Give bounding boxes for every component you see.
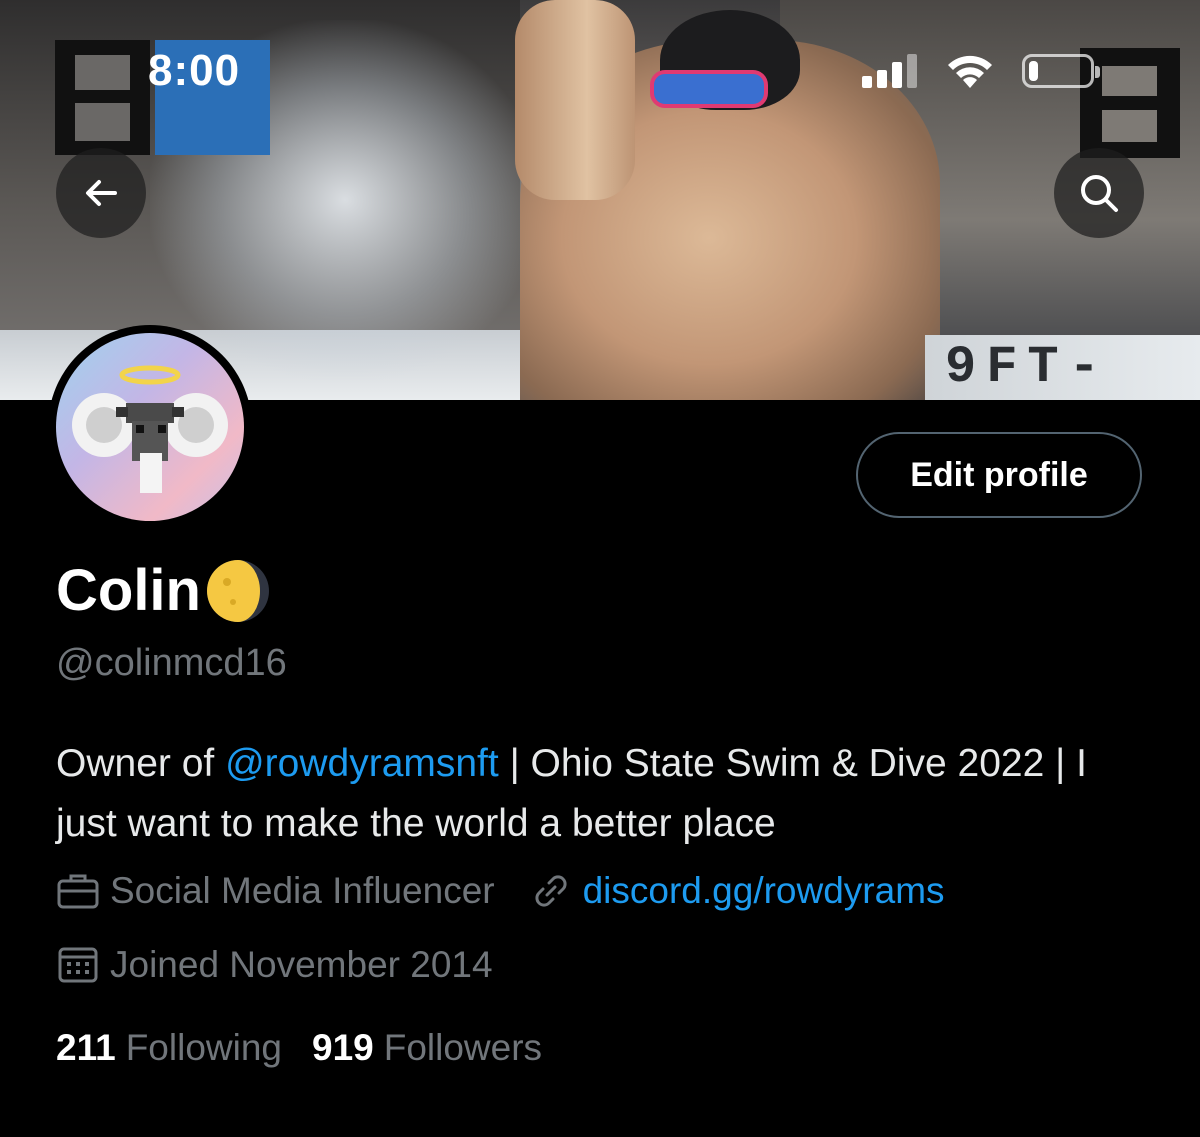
wifi-icon — [944, 50, 996, 95]
avatar-image — [56, 333, 244, 521]
moon-emoji-icon — [205, 558, 271, 624]
following-link[interactable]: 211 Following — [56, 1027, 282, 1069]
lane-marking: 9FT-6IN — [925, 335, 1200, 400]
bio-prefix: Owner of — [56, 742, 226, 785]
link-icon — [529, 871, 573, 911]
follow-stats: 211 Following 919 Followers — [56, 1027, 542, 1069]
edit-profile-button[interactable]: Edit profile — [856, 432, 1142, 518]
followers-label: Followers — [383, 1027, 543, 1068]
battery-icon — [1022, 54, 1100, 88]
followers-link[interactable]: 919 Followers — [312, 1027, 542, 1069]
joined-row: Joined November 2014 — [56, 944, 493, 986]
bio: Owner of @rowdyramsnft | Ohio State Swim… — [56, 734, 1156, 854]
calendar-icon — [56, 945, 100, 985]
user-handle: @colinmcd16 — [56, 642, 287, 684]
following-label: Following — [125, 1027, 282, 1068]
profile-meta-row: Social Media Influencer discord.gg/rowdy… — [56, 870, 945, 912]
search-button[interactable] — [1054, 148, 1144, 238]
briefcase-icon — [56, 871, 100, 911]
bio-mention-link[interactable]: @rowdyramsnft — [225, 742, 499, 785]
swimmer-arm — [515, 0, 635, 200]
search-icon — [1081, 175, 1118, 212]
arrow-left-icon — [86, 180, 117, 206]
following-count: 211 — [56, 1027, 116, 1068]
joined-date: Joined November 2014 — [110, 944, 493, 985]
followers-count: 919 — [312, 1027, 374, 1068]
website-link[interactable]: discord.gg/rowdyrams — [583, 870, 945, 912]
display-name: Colin — [56, 557, 271, 624]
back-button[interactable] — [56, 148, 146, 238]
avatar[interactable] — [48, 325, 252, 529]
status-time: 8:00 — [148, 46, 241, 95]
battery-fill — [1029, 61, 1038, 81]
display-name-text: Colin — [56, 558, 201, 623]
cellular-signal-icon — [862, 50, 922, 90]
profile-category: Social Media Influencer — [110, 870, 495, 911]
swim-goggles — [650, 70, 768, 108]
